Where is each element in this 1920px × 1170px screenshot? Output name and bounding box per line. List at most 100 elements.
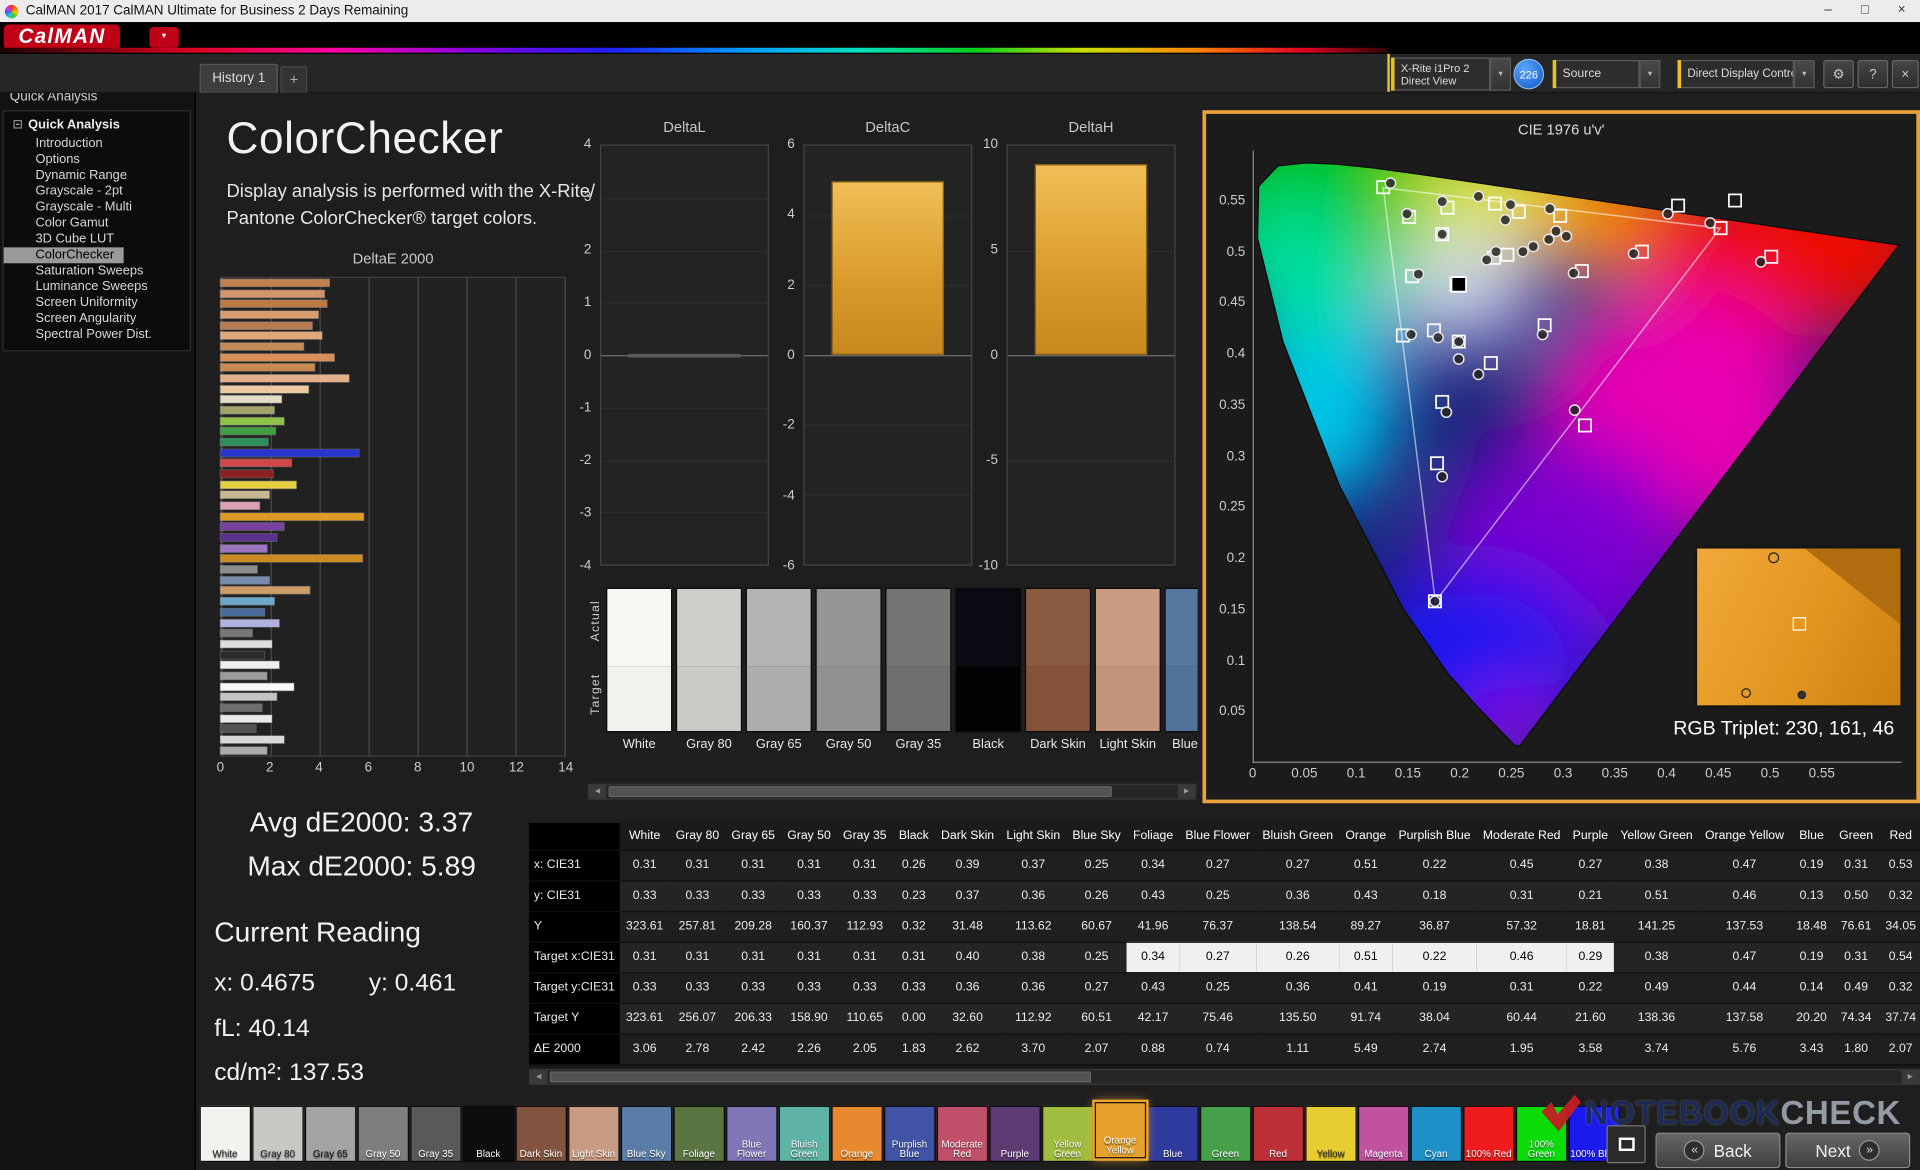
patch-green[interactable]: Green [1200,1106,1251,1162]
scrollbar-track[interactable] [547,1070,1901,1083]
table-cell: 0.36 [1256,880,1339,911]
scrollbar-thumb[interactable] [550,1071,1092,1082]
patch-blue-flower[interactable]: Blue Flower [726,1106,777,1162]
sidebar-item-screen-angularity[interactable]: Screen Angularity [4,311,190,327]
patch-gray-80[interactable]: Gray 80 [252,1106,303,1162]
scrollbar-thumb[interactable] [609,786,1112,797]
sidebar-item-spectral-power-dist[interactable]: Spectral Power Dist. [4,327,190,343]
compare-swatch-light-skin[interactable]: Light Skin [1095,588,1161,752]
compare-swatch-label: Blue Sky [1164,737,1197,752]
scroll-right-icon[interactable]: ► [1902,1070,1919,1083]
patch-purple[interactable]: Purple [989,1106,1040,1162]
table-cell-editable[interactable]: 0.27 [1179,942,1256,973]
sidebar-item-options[interactable]: Options [4,152,190,168]
next-button[interactable]: Next » [1785,1133,1910,1169]
patch-blue[interactable]: Blue [1147,1106,1198,1162]
patch-100-red[interactable]: 100% Red [1463,1106,1514,1162]
sidebar-item-colorchecker[interactable]: ColorChecker [4,247,124,263]
sidebar-root[interactable]: Quick Analysis [4,115,190,136]
patch-white[interactable]: White [200,1106,251,1162]
patch-red[interactable]: Red [1253,1106,1304,1162]
compare-swatch-white[interactable]: White [606,588,672,752]
chevron-down-icon[interactable]: ▼ [1490,58,1511,91]
patch-dark-skin[interactable]: Dark Skin [516,1106,567,1162]
help-button[interactable]: ? [1858,60,1889,88]
add-tab-button[interactable]: + [280,66,307,93]
compare-swatch-dark-skin[interactable]: Dark Skin [1025,588,1091,752]
meter-count-badge[interactable]: 226 [1513,59,1544,90]
sidebar-item-screen-uniformity[interactable]: Screen Uniformity [4,295,190,311]
deltae-bar-row [220,311,565,318]
close-panel-button[interactable]: × [1892,60,1919,88]
measurement-table-wrap: WhiteGray 80Gray 65Gray 50Gray 35BlackDa… [529,823,1920,1068]
patch-bluish-green[interactable]: Bluish Green [779,1106,830,1162]
patch-yellow-green[interactable]: Yellow Green [1042,1106,1093,1162]
patch-magenta[interactable]: Magenta [1358,1106,1409,1162]
scroll-left-icon[interactable]: ◄ [530,1070,547,1083]
sidebar-item-color-gamut[interactable]: Color Gamut [4,216,190,232]
table-cell-editable[interactable]: 0.46 [1477,942,1567,973]
tree-expand-icon[interactable] [13,120,22,129]
sidebar-item-luminance-sweeps[interactable]: Luminance Sweeps [4,279,190,295]
chevron-down-icon[interactable]: ▼ [1640,60,1661,88]
sidebar-item-saturation-sweeps[interactable]: Saturation Sweeps [4,263,190,279]
compare-swatch-black[interactable]: Black [955,588,1021,752]
sidebar-item-3d-cube-lut[interactable]: 3D Cube LUT [4,231,190,247]
table-cell-editable[interactable]: 0.51 [1339,942,1392,973]
patch-yellow[interactable]: Yellow [1305,1106,1356,1162]
compare-scrollbar[interactable]: ◄ ► [588,784,1197,800]
sidebar-item-grayscale-2pt[interactable]: Grayscale - 2pt [4,184,190,200]
compare-swatch-label: Gray 80 [676,737,742,752]
scroll-left-icon[interactable]: ◄ [589,785,606,798]
patch-cyan[interactable]: Cyan [1411,1106,1462,1162]
display-control-dropdown[interactable]: Direct Display Control ▼ [1678,60,1815,88]
compare-target-color [677,666,741,731]
patch-orange-yellow[interactable]: Orange Yellow [1095,1102,1146,1158]
sidebar-item-dynamic-range[interactable]: Dynamic Range [4,168,190,184]
back-button[interactable]: « Back [1656,1133,1781,1169]
table-cell-editable[interactable]: 0.29 [1567,942,1615,973]
patch-black[interactable]: Black [463,1106,514,1162]
table-cell: 0.31 [620,942,670,973]
meter-dropdown[interactable]: X-Rite i1Pro 2 Direct View ▼ [1391,58,1511,91]
compare-swatch-gray-35[interactable]: Gray 35 [885,588,951,752]
deltae-bar-row [220,385,565,392]
cie-measured-point [1433,332,1443,342]
patch-light-skin[interactable]: Light Skin [568,1106,619,1162]
logo-menu-icon[interactable]: ▼ [149,27,178,48]
patch-moderate-red[interactable]: Moderate Red [937,1106,988,1162]
patch-blue-sky[interactable]: Blue Sky [621,1106,672,1162]
calman-logo[interactable]: CalMAN [4,24,121,50]
patch-100-green[interactable]: 100% Green [1516,1106,1567,1162]
close-button[interactable]: × [1883,0,1920,22]
compare-swatch-gray-80[interactable]: Gray 80 [676,588,742,752]
table-cell-editable[interactable]: 0.34 [1127,942,1179,973]
scroll-right-icon[interactable]: ► [1178,785,1195,798]
pattern-window-button[interactable] [1607,1125,1646,1163]
table-cell-editable[interactable]: 0.22 [1392,942,1476,973]
patch-gray-35[interactable]: Gray 35 [410,1106,461,1162]
source-dropdown[interactable]: Source ▼ [1553,60,1661,88]
table-cell: 0.37 [1000,850,1066,881]
table-scrollbar[interactable]: ◄ ► [529,1069,1920,1085]
compare-swatch-gray-50[interactable]: Gray 50 [816,588,882,752]
table-cell: 3.06 [620,1033,670,1064]
tab-history-1[interactable]: History 1 [200,64,278,93]
patch-purplish-blue[interactable]: Purplish Blue [884,1106,935,1162]
patch-gray-65[interactable]: Gray 65 [305,1106,356,1162]
cie-measured-point [1756,257,1766,267]
settings-button[interactable]: ⚙ [1823,60,1854,88]
scrollbar-track[interactable] [606,785,1178,798]
compare-swatch-gray-65[interactable]: Gray 65 [746,588,812,752]
patch-orange[interactable]: Orange [831,1106,882,1162]
chevron-down-icon[interactable]: ▼ [1794,60,1815,88]
compare-swatch-blue-sky[interactable]: Blue Sky [1164,588,1197,752]
maximize-button[interactable]: □ [1847,0,1884,22]
minimize-button[interactable]: – [1810,0,1847,22]
patch-gray-50[interactable]: Gray 50 [358,1106,409,1162]
patch-foliage[interactable]: Foliage [673,1106,724,1162]
table-cell: 0.33 [781,880,837,911]
table-cell-editable[interactable]: 0.26 [1256,942,1339,973]
sidebar-item-grayscale-multi[interactable]: Grayscale - Multi [4,200,190,216]
sidebar-item-introduction[interactable]: Introduction [4,136,190,152]
